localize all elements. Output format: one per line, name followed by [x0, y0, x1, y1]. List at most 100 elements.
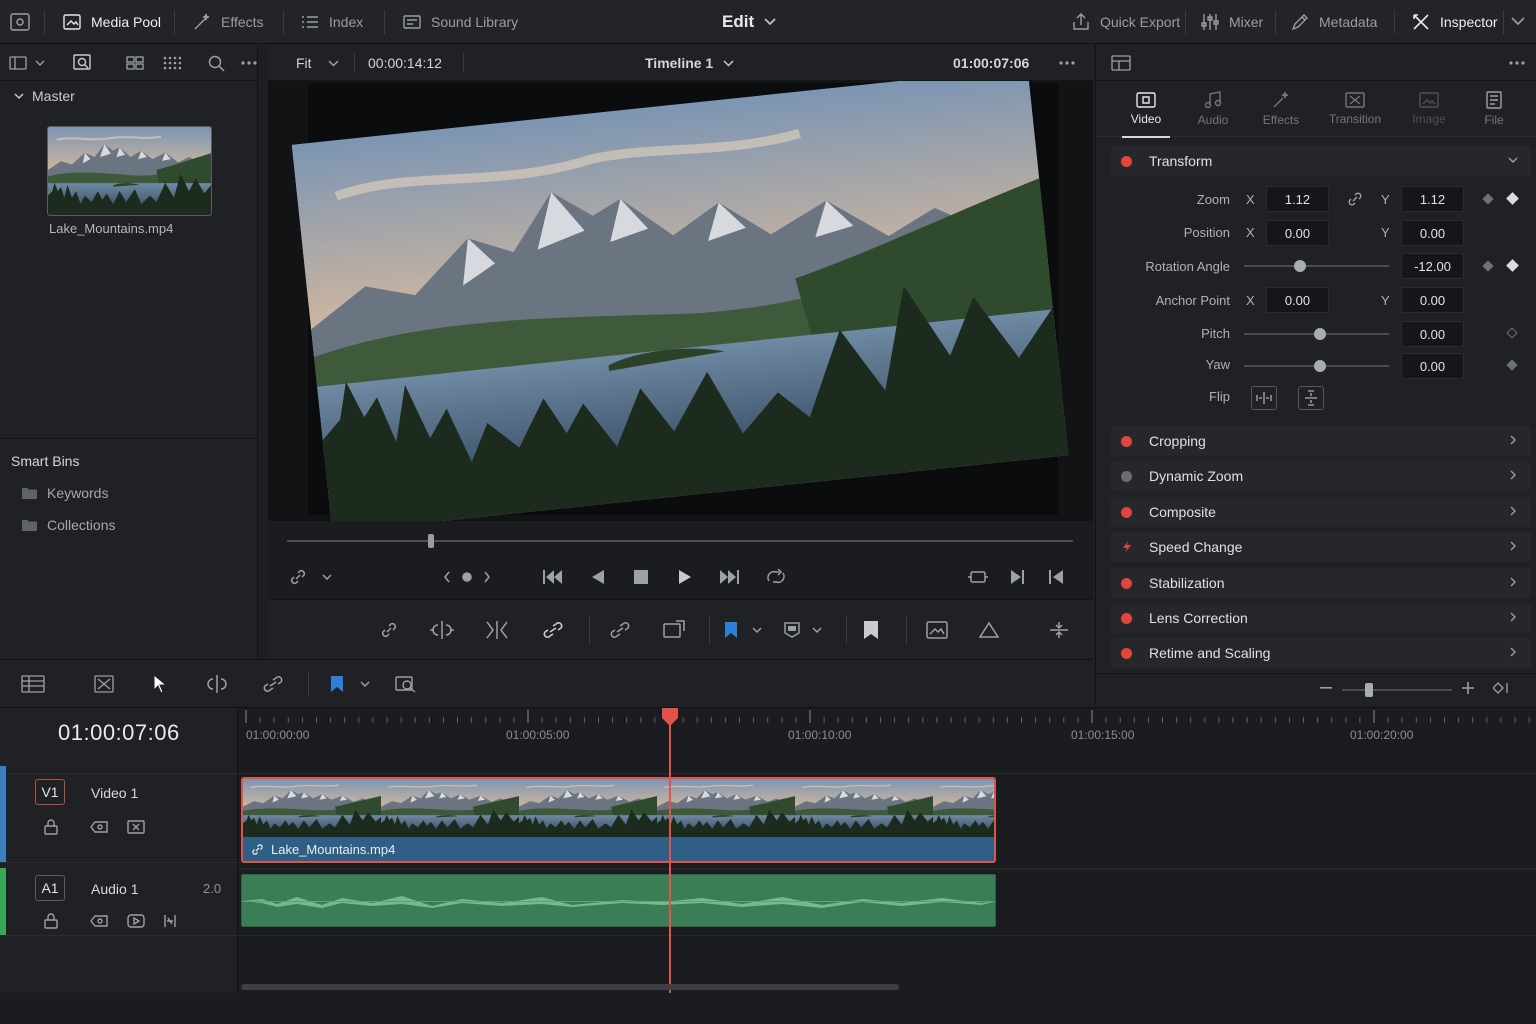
enable-toggle[interactable] [1121, 506, 1132, 518]
timeline-selector[interactable]: Timeline 1 [645, 45, 734, 81]
playhead-handle-icon[interactable] [662, 708, 678, 726]
track-id-a1[interactable]: A1 [35, 875, 65, 901]
collapse-icon[interactable] [1507, 154, 1519, 166]
snapping-icon[interactable] [607, 618, 633, 642]
lock-icon[interactable] [42, 912, 60, 930]
anchor-y-field[interactable]: 0.00 [1401, 287, 1464, 313]
zoom-in-icon[interactable] [1460, 680, 1476, 696]
auto-track-icon[interactable] [89, 818, 109, 836]
timeline-search-icon[interactable] [394, 673, 418, 695]
chevron-right-icon[interactable] [1507, 540, 1519, 552]
enable-toggle[interactable] [1121, 155, 1132, 167]
chevron-right-icon[interactable] [1507, 434, 1519, 446]
chevron-right-icon[interactable] [1507, 469, 1519, 481]
bookmark-icon[interactable] [860, 618, 882, 642]
timeline-ruler[interactable]: 01:00:00:00 01:00:05:00 01:00:10:00 01:0… [238, 708, 1536, 774]
enable-toggle[interactable] [1121, 647, 1132, 659]
bin-master[interactable]: Master [14, 88, 75, 104]
mute-track-icon[interactable] [160, 912, 180, 930]
tab-image[interactable]: Image [1409, 81, 1449, 137]
search-media-icon[interactable] [72, 53, 92, 73]
blade-tool-icon[interactable] [484, 618, 510, 642]
zoom-y-field[interactable]: 1.12 [1401, 186, 1464, 212]
zoom-fit-icon[interactable] [1047, 618, 1071, 642]
mixer-button[interactable]: Mixer [1200, 0, 1263, 44]
enable-toggle[interactable] [1121, 470, 1132, 482]
smart-bin-keywords[interactable]: Keywords [22, 485, 108, 501]
dynamic-trim-icon[interactable] [204, 672, 230, 696]
tab-effects[interactable]: Effects [1261, 81, 1301, 137]
speed-icon[interactable] [1121, 541, 1133, 553]
expand-icon[interactable] [1508, 14, 1528, 30]
thumbnail-view-icon[interactable] [125, 54, 145, 72]
anchor-x-field[interactable]: 0.00 [1266, 287, 1329, 313]
enable-toggle[interactable] [1121, 612, 1132, 624]
more-options-icon[interactable] [1058, 55, 1076, 71]
viewer-canvas[interactable] [268, 81, 1093, 521]
tab-audio[interactable]: Audio [1196, 81, 1230, 137]
scrubber-handle[interactable] [428, 534, 435, 548]
chevron-right-icon[interactable] [1507, 611, 1519, 623]
zoom-x-field[interactable]: 1.12 [1266, 186, 1329, 212]
track-id-v1[interactable]: V1 [35, 779, 65, 805]
speed-change-section-header[interactable]: Speed Change [1111, 532, 1531, 562]
keyframe-icon[interactable] [1506, 192, 1519, 205]
stop-icon[interactable] [631, 567, 651, 587]
flip-horizontal-button[interactable] [1251, 386, 1277, 410]
smart-bin-collections[interactable]: Collections [22, 517, 115, 533]
trim-tool-icon[interactable] [428, 618, 456, 642]
go-to-start-icon[interactable] [542, 567, 564, 587]
keyframe-nav-icon[interactable] [1482, 193, 1494, 205]
rotation-slider[interactable] [1244, 260, 1389, 272]
position-y-field[interactable]: 0.00 [1401, 220, 1464, 246]
trim-mode-icon[interactable] [92, 674, 116, 694]
link-options[interactable] [288, 567, 336, 587]
flip-vertical-button[interactable] [1298, 386, 1324, 410]
stabilization-section-header[interactable]: Stabilization [1111, 568, 1531, 598]
sound-library-button[interactable]: Sound Library [402, 0, 518, 44]
video-clip[interactable]: Lake_Mountains.mp4 [241, 777, 996, 863]
more-options-icon[interactable] [240, 55, 258, 71]
disable-video-track-icon[interactable] [126, 818, 146, 836]
yaw-slider[interactable] [1244, 360, 1389, 372]
tab-transition[interactable]: Transition [1324, 81, 1386, 137]
inspector-layout-icon[interactable] [1110, 54, 1132, 72]
tab-file[interactable]: File [1482, 81, 1506, 137]
pitch-slider[interactable] [1244, 328, 1389, 340]
position-x-field[interactable]: 0.00 [1266, 220, 1329, 246]
quick-export-button[interactable]: Quick Export [1071, 0, 1180, 44]
viewer-scrubber[interactable] [287, 534, 1073, 548]
keyframe-toggle-icon[interactable] [1492, 680, 1510, 696]
auto-track-icon[interactable] [89, 912, 109, 930]
solo-track-icon[interactable] [126, 912, 146, 930]
link-zoom-icon[interactable] [1345, 189, 1365, 209]
next-edit-icon[interactable] [1008, 567, 1028, 587]
chevron-right-icon[interactable] [1507, 576, 1519, 588]
more-options-icon[interactable] [1508, 55, 1526, 71]
index-button[interactable]: Index [300, 0, 363, 44]
clip-thumbnail[interactable] [47, 126, 212, 216]
match-frame-icon[interactable] [966, 566, 990, 588]
retime-scaling-section-header[interactable]: Retime and Scaling [1111, 638, 1531, 668]
jog-control[interactable] [442, 567, 492, 587]
linked-selection-icon[interactable] [540, 618, 566, 642]
tab-video[interactable]: Video [1122, 81, 1170, 138]
effects-button[interactable]: Effects [192, 0, 264, 44]
zoom-out-icon[interactable] [1318, 680, 1334, 696]
enable-toggle[interactable] [1121, 577, 1132, 589]
chevron-right-icon[interactable] [1507, 646, 1519, 658]
bin-list-toggle[interactable] [8, 54, 48, 72]
grid-view-icon[interactable] [162, 54, 182, 72]
play-icon[interactable] [675, 567, 695, 587]
pitch-field[interactable]: 0.00 [1401, 321, 1464, 347]
go-to-end-icon[interactable] [718, 567, 740, 587]
audio-clip[interactable] [241, 874, 996, 927]
keyframe-icon[interactable] [1506, 327, 1518, 339]
metadata-button[interactable]: Metadata [1290, 0, 1377, 44]
timeline-horizontal-scrollbar[interactable] [241, 984, 899, 990]
chevron-right-icon[interactable] [1507, 505, 1519, 517]
timeline-view-options-icon[interactable] [20, 674, 46, 694]
linked-selection-icon[interactable] [260, 672, 286, 696]
yaw-field[interactable]: 0.00 [1401, 353, 1464, 379]
page-selector[interactable]: Edit [722, 0, 776, 44]
